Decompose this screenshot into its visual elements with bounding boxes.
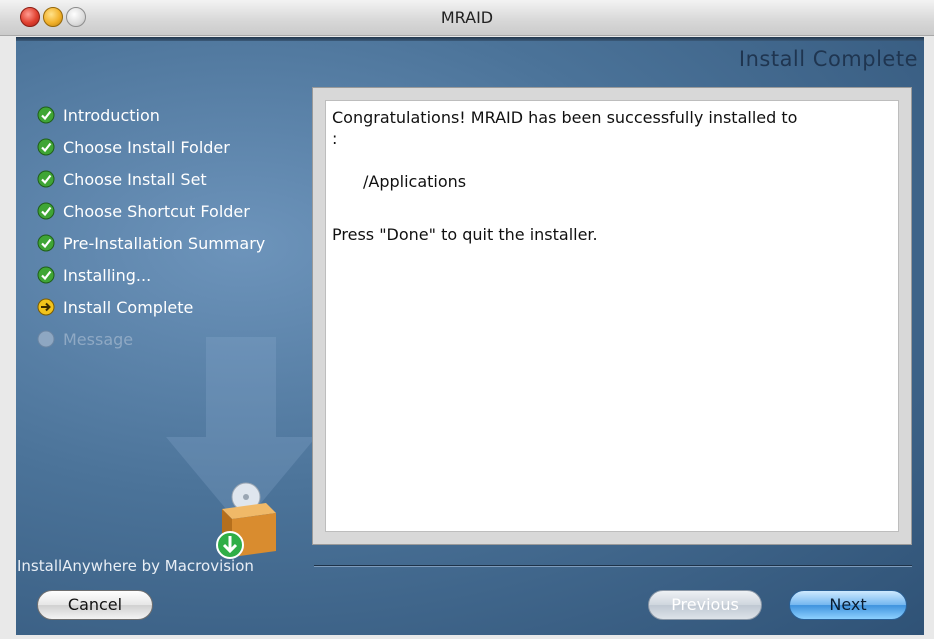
title-bar: MRAID <box>0 0 934 36</box>
check-circle-icon <box>37 234 55 252</box>
step-item-choose-shortcut-folder: Choose Shortcut Folder <box>37 195 322 227</box>
cancel-button[interactable]: Cancel <box>37 590 153 620</box>
step-item-introduction: Introduction <box>37 99 322 131</box>
message-panel: Congratulations! MRAID has been successf… <box>312 87 912 545</box>
success-message-continuation: : <box>332 129 338 148</box>
step-item-choose-install-folder: Choose Install Folder <box>37 131 322 163</box>
message-text-area: Congratulations! MRAID has been successf… <box>325 100 899 532</box>
frame-divider <box>16 37 924 41</box>
step-label: Installing... <box>63 265 152 285</box>
step-item-choose-install-set: Choose Install Set <box>37 163 322 195</box>
check-circle-icon <box>37 202 55 220</box>
step-item-pre-installation-summary: Pre-Installation Summary <box>37 227 322 259</box>
page-title: Install Complete <box>738 47 918 71</box>
success-message: Congratulations! MRAID has been successf… <box>332 108 798 127</box>
check-circle-icon <box>37 106 55 124</box>
step-label: Choose Shortcut Folder <box>63 201 250 221</box>
step-item-install-complete: Install Complete <box>37 291 322 323</box>
step-item-installing: Installing... <box>37 259 322 291</box>
check-circle-icon <box>37 266 55 284</box>
step-label: Choose Install Folder <box>63 137 230 157</box>
next-button[interactable]: Next <box>789 590 907 620</box>
step-label: Install Complete <box>63 297 194 317</box>
footer-divider-highlight <box>314 566 912 567</box>
step-item-message: Message <box>37 323 322 355</box>
step-list: Introduction Choose Install Folder Choos… <box>37 99 322 355</box>
installer-box-icon <box>216 482 276 559</box>
step-label: Message <box>63 329 134 349</box>
vendor-label: InstallAnywhere by Macrovision <box>17 557 254 575</box>
install-path: /Applications <box>363 172 467 191</box>
empty-circle-icon <box>37 330 55 348</box>
step-label: Introduction <box>63 105 160 125</box>
window-title: MRAID <box>440 8 494 27</box>
arrow-circle-icon <box>37 298 55 316</box>
step-label: Pre-Installation Summary <box>63 233 266 253</box>
step-label: Choose Install Set <box>63 169 207 189</box>
check-circle-icon <box>37 170 55 188</box>
installer-frame: Install Complete Introduction Choose Ins… <box>16 37 924 635</box>
check-circle-icon <box>37 138 55 156</box>
previous-button[interactable]: Previous <box>648 590 762 620</box>
quit-instruction: Press "Done" to quit the installer. <box>332 225 598 244</box>
